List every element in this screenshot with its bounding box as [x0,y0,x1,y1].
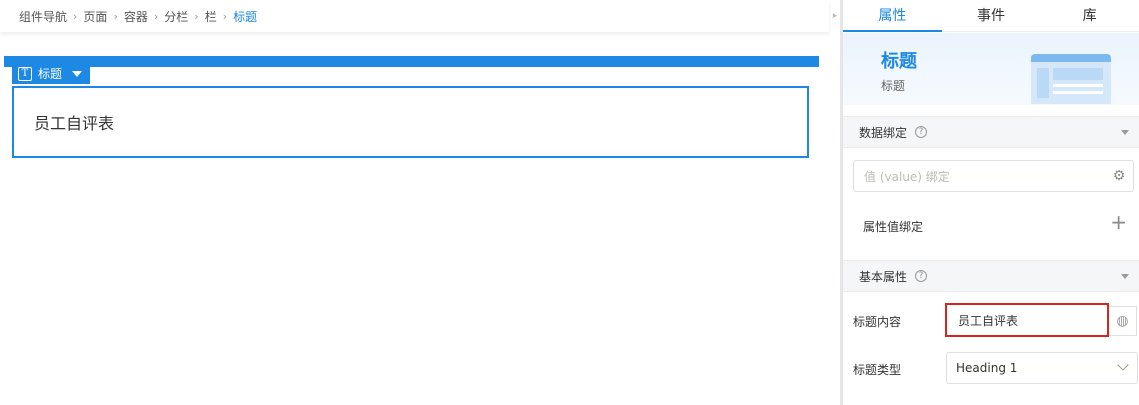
section-data-binding[interactable]: 数据绑定 ? [843,116,1139,148]
selection-tag[interactable]: T 标题 [12,63,90,84]
tab-properties[interactable]: 属性 [843,0,942,32]
selection-tag-label: 标题 [38,67,63,81]
help-icon[interactable]: ? [915,126,928,138]
component-subtitle: 标题 [881,79,906,93]
component-hero: 标题 标题 [843,33,1139,105]
text-type-icon: T [18,66,32,81]
caret-down-icon[interactable] [1121,130,1129,135]
title-type-select[interactable]: Heading 1 [946,352,1138,384]
crumb-container[interactable]: 容器 [124,8,148,25]
component-title: 标题 [881,51,917,72]
help-icon[interactable]: ? [915,270,928,282]
chevron-down-icon [1117,359,1129,371]
attribute-binding-label: 属性值绑定 [863,220,924,234]
gear-icon[interactable]: ⚙ [1111,168,1127,184]
value-binding-input[interactable]: 值 (value) 绑定 ⚙ [853,160,1134,192]
crumb-column[interactable]: 栏 [205,8,217,25]
section-basic-properties[interactable]: 基本属性 ? [843,260,1139,292]
title-type-value: Heading 1 [956,361,1018,375]
property-panel: 属性 事件 库 标题 标题 数据绑定 ? 值 (value) 绑定 ⚙ 属性值绑… [843,0,1139,405]
component-illustration [1031,54,1111,104]
title-content-input[interactable]: 员工自评表 [945,303,1109,337]
chevron-right-icon: › [222,9,228,23]
panel-tabs: 属性 事件 库 [843,0,1139,32]
caret-down-icon[interactable] [1121,274,1129,279]
crumb-heading[interactable]: 标题 [233,8,257,25]
heading-component[interactable]: 员工自评表 [12,86,809,158]
crumb-component-nav[interactable]: 组件导航 [19,8,67,25]
breadcrumb: 组件导航 › 页面 › 容器 › 分栏 › 栏 › 标题 [0,0,829,32]
crumb-columns[interactable]: 分栏 [164,8,188,25]
tab-events[interactable]: 事件 [942,0,1041,31]
chevron-right-icon: › [194,9,199,23]
caret-down-icon[interactable] [72,70,83,77]
chevron-right-icon: › [153,9,159,23]
crumb-page[interactable]: 页面 [83,8,107,25]
editor-window: 组件导航 › 页面 › 容器 › 分栏 › 栏 › 标题 ▸ T 标题 员工自评… [0,0,1139,405]
heading-text: 员工自评表 [34,114,115,133]
title-content-label: 标题内容 [853,315,902,329]
chevron-right-icon: › [113,9,118,23]
add-attribute-binding-button[interactable]: + [1110,212,1127,232]
chevron-right-icon: › [73,9,78,23]
section-basic-properties-label: 基本属性 [859,269,908,284]
title-type-label: 标题类型 [853,363,902,377]
tab-library[interactable]: 库 [1040,0,1139,31]
value-binding-placeholder: 值 (value) 绑定 [864,169,950,184]
column-container-bar[interactable] [4,56,819,67]
globe-icon[interactable]: ◍ [1109,306,1137,336]
section-data-binding-label: 数据绑定 [859,125,908,140]
title-content-value: 员工自评表 [958,313,1019,328]
